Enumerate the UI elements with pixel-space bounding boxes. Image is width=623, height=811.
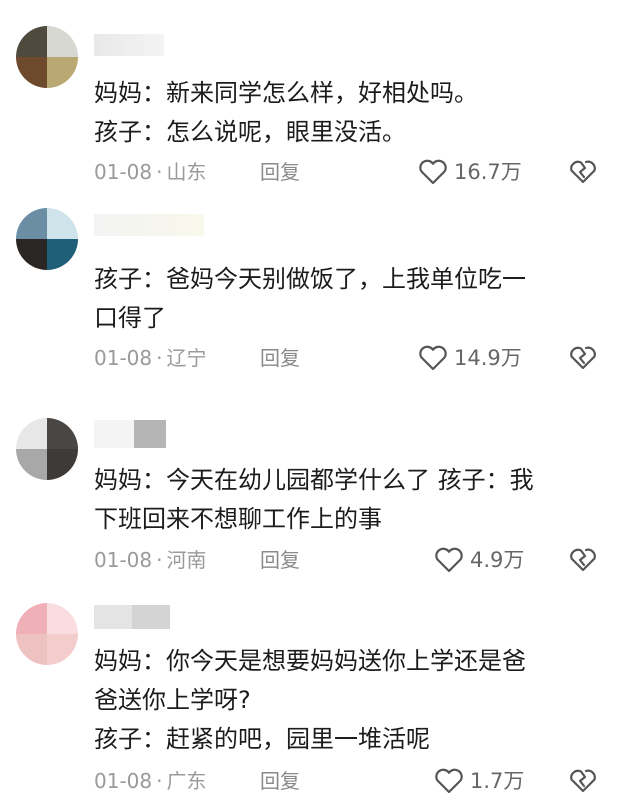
like-count: 16.7万 bbox=[454, 160, 522, 184]
comment-location: 辽宁 bbox=[166, 346, 207, 370]
avatar-tile bbox=[47, 603, 78, 634]
reply-button[interactable]: 回复 bbox=[260, 157, 300, 187]
username-blurred bbox=[94, 420, 174, 448]
comment-meta: 01-08 · 广东 回复 bbox=[94, 766, 394, 796]
comment-meta: 01-08 · 辽宁 回复 bbox=[94, 343, 394, 373]
broken-heart-icon bbox=[570, 548, 596, 572]
avatar-tile bbox=[16, 634, 47, 665]
comment-text-line: 妈妈：你今天是想要妈妈送你上学还是爸 bbox=[94, 647, 526, 675]
avatar-tile bbox=[16, 603, 47, 634]
comment-text-line: 口得了 bbox=[94, 304, 166, 332]
avatar[interactable] bbox=[16, 418, 78, 480]
username-blurred bbox=[94, 214, 204, 236]
avatar-tile bbox=[47, 57, 78, 88]
comment-text-line: 孩子：怎么说呢，眼里没活。 bbox=[94, 118, 406, 146]
like-count: 1.7万 bbox=[470, 769, 525, 793]
dislike-button[interactable] bbox=[568, 157, 598, 187]
avatar-tile bbox=[16, 449, 47, 480]
avatar[interactable] bbox=[16, 208, 78, 270]
avatar-tile bbox=[16, 26, 47, 57]
comment-location: 河南 bbox=[166, 548, 207, 572]
avatar[interactable] bbox=[16, 603, 78, 665]
avatar-tile bbox=[47, 208, 78, 239]
comment-item: 妈妈：你今天是想要妈妈送你上学还是爸 爸送你上学呀? 孩子：赶紧的吧，园里一堆活… bbox=[0, 595, 623, 811]
avatar-tile bbox=[47, 239, 78, 270]
comment-text-line: 妈妈：新来同学怎么样，好相处吗。 bbox=[94, 79, 478, 107]
like-count: 14.9万 bbox=[454, 346, 522, 370]
dislike-button[interactable] bbox=[568, 545, 598, 575]
comment-text-line: 孩子：赶紧的吧，园里一堆活呢 bbox=[94, 725, 430, 753]
heart-icon bbox=[419, 159, 447, 185]
reply-button[interactable]: 回复 bbox=[260, 343, 300, 373]
comment-text-line: 妈妈：今天在幼儿园都学什么了 孩子：我 bbox=[94, 466, 534, 494]
avatar-tile bbox=[16, 418, 47, 449]
username-blurred bbox=[94, 34, 164, 56]
meta-separator: · bbox=[156, 769, 163, 793]
dislike-button[interactable] bbox=[568, 766, 598, 796]
comment-location: 广东 bbox=[166, 769, 207, 793]
broken-heart-icon bbox=[570, 160, 596, 184]
username-blurred bbox=[94, 605, 170, 629]
heart-icon bbox=[419, 345, 447, 371]
avatar-tile bbox=[16, 239, 47, 270]
avatar-tile bbox=[47, 418, 78, 449]
comment-text-line: 下班回来不想聊工作上的事 bbox=[94, 505, 382, 533]
reply-button[interactable]: 回复 bbox=[260, 766, 300, 796]
comment-location: 山东 bbox=[166, 160, 207, 184]
comment-meta: 01-08 · 山东 回复 bbox=[94, 157, 394, 187]
comment-date: 01-08 bbox=[94, 160, 153, 184]
meta-separator: · bbox=[156, 548, 163, 572]
avatar[interactable] bbox=[16, 26, 78, 88]
comment-item: 妈妈：今天在幼儿园都学什么了 孩子：我 下班回来不想聊工作上的事 01-08 · 河… bbox=[0, 400, 623, 595]
comment-meta: 01-08 · 河南 回复 bbox=[94, 545, 394, 575]
avatar-tile bbox=[47, 634, 78, 665]
avatar-tile bbox=[47, 449, 78, 480]
avatar-tile bbox=[16, 57, 47, 88]
like-count: 4.9万 bbox=[470, 548, 525, 572]
broken-heart-icon bbox=[570, 769, 596, 793]
comment-text-line: 孩子：爸妈今天别做饭了，上我单位吃一 bbox=[94, 265, 526, 293]
meta-separator: · bbox=[156, 346, 163, 370]
comment-date: 01-08 bbox=[94, 346, 153, 370]
heart-icon bbox=[435, 547, 463, 573]
comment-item: 妈妈：新来同学怎么样，好相处吗。 孩子：怎么说呢，眼里没活。 01-08 · 山东 … bbox=[0, 0, 623, 200]
comment-date: 01-08 bbox=[94, 548, 153, 572]
avatar-tile bbox=[47, 26, 78, 57]
avatar-tile bbox=[16, 208, 47, 239]
reply-button[interactable]: 回复 bbox=[260, 545, 300, 575]
comment-date: 01-08 bbox=[94, 769, 153, 793]
heart-icon bbox=[435, 768, 463, 794]
dislike-button[interactable] bbox=[568, 343, 598, 373]
meta-separator: · bbox=[156, 160, 163, 184]
broken-heart-icon bbox=[570, 346, 596, 370]
comment-text-line: 爸送你上学呀? bbox=[94, 686, 251, 714]
comment-item: 孩子：爸妈今天别做饭了，上我单位吃一 口得了 01-08 · 辽宁 回复 14.9万 bbox=[0, 200, 623, 400]
